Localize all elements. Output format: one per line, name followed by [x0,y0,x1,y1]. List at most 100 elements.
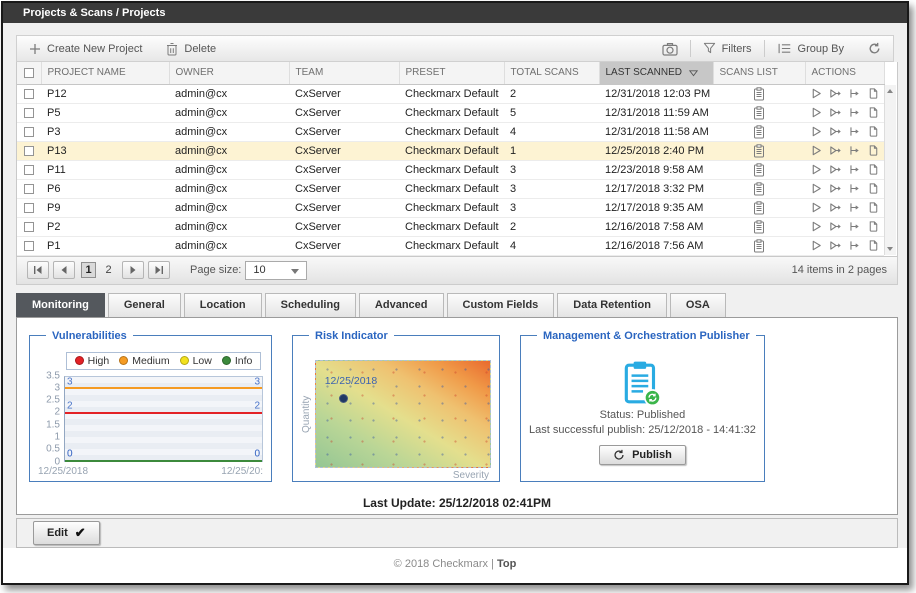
table-row[interactable]: P2 admin@cx CxServer Checkmarx Default 2… [17,217,884,236]
row-checkbox[interactable] [24,89,34,99]
page-number-1[interactable]: 1 [81,262,96,278]
run-incremental-scan-icon[interactable] [829,220,842,233]
tab-location[interactable]: Location [184,293,262,317]
row-checkbox[interactable] [24,203,34,213]
row-checkbox[interactable] [24,241,34,251]
duplicate-project-icon[interactable] [867,163,880,176]
run-scan-icon[interactable] [810,201,823,214]
delete-button[interactable]: Delete [154,36,228,61]
branch-project-icon[interactable] [848,239,861,252]
table-row[interactable]: P13 admin@cx CxServer Checkmarx Default … [17,141,884,160]
table-row[interactable]: P3 admin@cx CxServer Checkmarx Default 4… [17,122,884,141]
scans-list-icon[interactable] [753,125,765,139]
prev-page-button[interactable] [53,261,75,279]
branch-project-icon[interactable] [848,163,861,176]
filters-button[interactable]: Filters [691,42,764,55]
branch-project-icon[interactable] [848,144,861,157]
col-header-owner[interactable]: OWNER [169,62,289,84]
create-new-project-button[interactable]: Create New Project [17,36,154,61]
scans-list-icon[interactable] [753,87,765,101]
branch-project-icon[interactable] [848,220,861,233]
duplicate-project-icon[interactable] [867,144,880,157]
tab-osa[interactable]: OSA [670,293,726,317]
first-page-button[interactable] [27,261,49,279]
cell-team: CxServer [289,179,399,198]
row-checkbox[interactable] [24,165,34,175]
col-header-last-scanned[interactable]: LAST SCANNED [599,62,713,84]
run-scan-icon[interactable] [810,106,823,119]
run-incremental-scan-icon[interactable] [829,144,842,157]
run-scan-icon[interactable] [810,182,823,195]
refresh-button[interactable] [856,42,893,55]
edit-button[interactable]: Edit ✔ [33,521,100,545]
run-incremental-scan-icon[interactable] [829,239,842,252]
run-scan-icon[interactable] [810,87,823,100]
row-checkbox[interactable] [24,222,34,232]
duplicate-project-icon[interactable] [867,106,880,119]
run-incremental-scan-icon[interactable] [829,163,842,176]
tab-monitoring[interactable]: Monitoring [16,293,105,317]
col-header-preset[interactable]: PRESET [399,62,504,84]
run-incremental-scan-icon[interactable] [829,106,842,119]
branch-project-icon[interactable] [848,87,861,100]
row-checkbox[interactable] [24,127,34,137]
run-incremental-scan-icon[interactable] [829,87,842,100]
run-scan-icon[interactable] [810,163,823,176]
branch-project-icon[interactable] [848,201,861,214]
duplicate-project-icon[interactable] [867,182,880,195]
next-page-button[interactable] [122,261,144,279]
table-row[interactable]: P6 admin@cx CxServer Checkmarx Default 3… [17,179,884,198]
row-checkbox[interactable] [24,146,34,156]
run-incremental-scan-icon[interactable] [829,201,842,214]
last-page-button[interactable] [148,261,170,279]
col-header-team[interactable]: TEAM [289,62,399,84]
branch-project-icon[interactable] [848,106,861,119]
run-scan-icon[interactable] [810,144,823,157]
run-scan-icon[interactable] [810,220,823,233]
scans-list-icon[interactable] [753,163,765,177]
publish-button[interactable]: Publish [599,445,686,465]
row-checkbox[interactable] [24,108,34,118]
snapshot-button[interactable] [650,42,690,56]
tab-custom-fields[interactable]: Custom Fields [447,293,555,317]
scans-list-icon[interactable] [753,201,765,215]
duplicate-project-icon[interactable] [867,239,880,252]
col-header-project-name[interactable]: PROJECT NAME [41,62,169,84]
branch-project-icon[interactable] [848,125,861,138]
run-incremental-scan-icon[interactable] [829,182,842,195]
page-size-select[interactable]: 10 [245,261,307,280]
group-by-button[interactable]: Group By [765,42,856,55]
col-header-scans-list[interactable]: SCANS LIST [713,62,805,84]
table-row[interactable]: P11 admin@cx CxServer Checkmarx Default … [17,160,884,179]
scans-list-icon[interactable] [753,220,765,234]
tab-data-retention[interactable]: Data Retention [557,293,667,317]
tab-advanced[interactable]: Advanced [359,293,444,317]
scroll-down-icon[interactable] [887,247,893,251]
table-row[interactable]: P5 admin@cx CxServer Checkmarx Default 5… [17,103,884,122]
top-link[interactable]: Top [497,558,516,570]
run-incremental-scan-icon[interactable] [829,125,842,138]
scans-list-icon[interactable] [753,144,765,158]
page-number-2[interactable]: 2 [101,263,116,277]
scans-list-icon[interactable] [753,182,765,196]
scroll-up-icon[interactable] [887,89,893,93]
main-content: Create New Project Delete Filters Group [3,23,907,548]
duplicate-project-icon[interactable] [867,125,880,138]
run-scan-icon[interactable] [810,239,823,252]
table-row[interactable]: P12 admin@cx CxServer Checkmarx Default … [17,84,884,103]
row-checkbox[interactable] [24,184,34,194]
scans-list-icon[interactable] [753,239,765,253]
col-header-total-scans[interactable]: TOTAL SCANS [504,62,599,84]
table-scrollbar[interactable] [884,85,896,255]
select-all-checkbox[interactable] [24,68,34,78]
run-scan-icon[interactable] [810,125,823,138]
tab-scheduling[interactable]: Scheduling [265,293,356,317]
tab-general[interactable]: General [108,293,181,317]
scans-list-icon[interactable] [753,106,765,120]
table-row[interactable]: P1 admin@cx CxServer Checkmarx Default 4… [17,236,884,255]
table-row[interactable]: P9 admin@cx CxServer Checkmarx Default 3… [17,198,884,217]
duplicate-project-icon[interactable] [867,87,880,100]
duplicate-project-icon[interactable] [867,201,880,214]
branch-project-icon[interactable] [848,182,861,195]
duplicate-project-icon[interactable] [867,220,880,233]
